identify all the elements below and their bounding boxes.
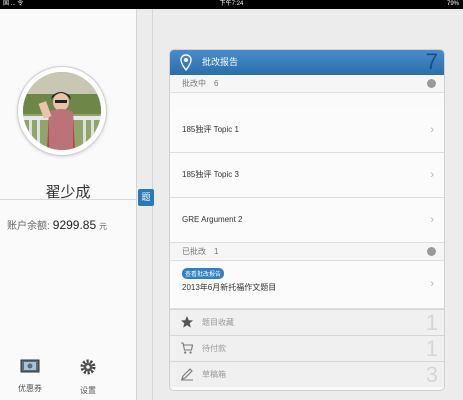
balance-label: 账户余额: [7, 221, 50, 232]
panel-count: 7 [425, 49, 438, 74]
collapse-icon[interactable] [427, 79, 436, 88]
battery-level: 79% [446, 1, 459, 7]
status-time: 下午7:24 [219, 1, 244, 7]
coupon-icon [10, 359, 50, 378]
chevron-right-icon: › [430, 169, 434, 181]
pencil-icon [180, 367, 194, 386]
drawer-handle[interactable]: 题 [138, 189, 154, 206]
report-tag[interactable]: 查看批改报告 [182, 268, 225, 279]
balance-value: 9299.85 [52, 218, 97, 232]
settings-label: 设置 [80, 386, 96, 395]
list-item[interactable]: 查看批改报告 2013年6月新托福作文题目 › [170, 262, 444, 309]
section-done-count: 1 [214, 247, 219, 256]
sidebar: 翟少成 账户余额: 9299.85 元 优惠券 设置 [0, 9, 137, 400]
list-item-title: 185独评 Topic 3 [182, 170, 239, 179]
list-item-title: 185独评 Topic 1 [182, 125, 239, 134]
favorites-count: 1 [425, 310, 438, 335]
divider [0, 199, 136, 200]
section-in-progress: 批改中 6 [170, 75, 444, 93]
collapse-icon[interactable] [427, 247, 436, 256]
favorites-item[interactable]: 题目收藏 1 [170, 309, 444, 335]
panel-header[interactable]: 批改报告 7 [170, 50, 444, 75]
chevron-right-icon: › [430, 278, 434, 290]
settings-button[interactable]: 设置 [68, 359, 108, 396]
favorites-label: 题目收藏 [202, 318, 234, 327]
list-item[interactable]: 185独评 Topic 3 › [170, 153, 444, 198]
pending-payment-label: 待付款 [202, 344, 226, 353]
coupon-label: 优惠券 [18, 384, 42, 393]
coupon-button[interactable]: 优惠券 [10, 359, 50, 394]
drafts-count: 3 [425, 362, 438, 387]
list-item[interactable]: 185独评 Topic 1 › [170, 108, 444, 153]
status-bar: 国 ... 令 下午7:24 79% [0, 0, 463, 9]
star-icon [180, 315, 194, 334]
cart-icon [180, 341, 194, 360]
section-in-progress-count: 6 [214, 79, 219, 88]
chevron-right-icon: › [430, 214, 434, 226]
pending-payment-count: 1 [425, 336, 438, 361]
panel-title: 批改报告 [202, 57, 239, 67]
list-item-title: 2013年6月新托福作文题目 [182, 283, 277, 292]
gear-icon [68, 359, 108, 380]
balance-unit: 元 [99, 222, 108, 231]
chevron-right-icon: › [430, 124, 434, 136]
account-balance: 账户余额: 9299.85 元 [7, 217, 107, 232]
list-item[interactable]: GRE Argument 2 › [170, 198, 444, 243]
avatar-photo [23, 72, 101, 150]
location-pin-icon [180, 54, 192, 76]
section-done: 已批改 1 [170, 243, 444, 261]
section-done-label: 已批改 [182, 247, 206, 256]
section-in-progress-label: 批改中 [182, 79, 206, 88]
drafts-item[interactable]: 草稿箱 3 [170, 361, 444, 387]
list-item-title: GRE Argument 2 [182, 215, 243, 224]
pending-payment-item[interactable]: 待付款 1 [170, 335, 444, 361]
report-panel: 批改报告 7 批改中 6 185独评 Topic 1 › 185独评 Topic… [169, 49, 445, 391]
drafts-label: 草稿箱 [202, 370, 226, 379]
avatar[interactable] [17, 66, 107, 156]
